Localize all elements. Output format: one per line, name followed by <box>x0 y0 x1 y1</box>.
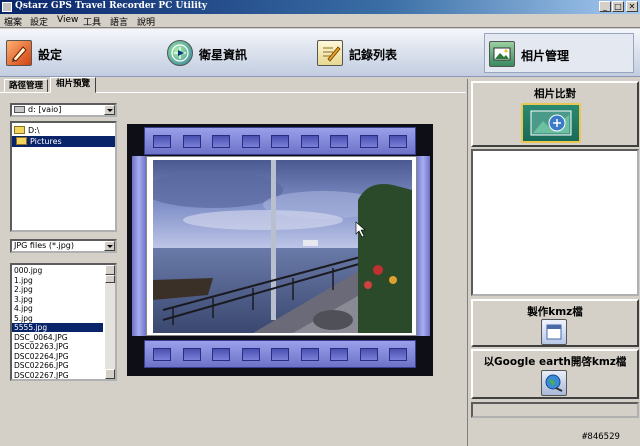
film-side-left <box>132 156 146 336</box>
file-list-item[interactable]: 5.jpg <box>12 314 103 323</box>
file-list-item[interactable]: 3.jpg <box>12 295 103 304</box>
file-list-scrollbar[interactable] <box>105 265 115 379</box>
scroll-down-icon[interactable] <box>105 369 115 379</box>
menu-bar: 檔案 設定 View 工具 語言 說明 <box>0 14 640 28</box>
menu-file[interactable]: 檔案 <box>4 15 22 28</box>
photo-compare-label: 相片比對 <box>534 88 576 100</box>
scroll-up-icon[interactable] <box>105 265 115 275</box>
menu-tools[interactable]: 工具 <box>83 15 101 28</box>
maximize-button[interactable]: □ <box>612 1 624 12</box>
file-list-item[interactable]: 2.jpg <box>12 285 103 294</box>
chevron-down-icon[interactable] <box>104 105 115 115</box>
open-google-earth-button[interactable]: 以Google earth開啓kmz檔 <box>471 349 639 399</box>
settings-button[interactable]: 設定 <box>2 33 152 73</box>
settings-label: 設定 <box>38 48 63 62</box>
photo-compare-icon <box>521 103 581 143</box>
file-list-item[interactable]: DSC02264.JPG <box>12 352 103 361</box>
film-hole <box>330 348 348 361</box>
open-google-earth-label: 以Google earth開啓kmz檔 <box>483 356 627 368</box>
minimize-button[interactable]: _ <box>599 1 611 12</box>
chevron-down-icon[interactable] <box>104 241 115 251</box>
folder-icon <box>14 126 25 134</box>
edit-icon <box>6 40 32 66</box>
menu-view[interactable]: View <box>57 15 78 25</box>
file-list-item[interactable]: DSC02266.JPG <box>12 361 103 370</box>
file-list-item[interactable]: DSC02263.JPG <box>12 342 103 351</box>
film-hole <box>271 135 289 148</box>
file-type-select[interactable]: JPG files (*.jpg) <box>10 239 117 253</box>
tree-item-label: Pictures <box>30 137 62 146</box>
tree-item-pictures[interactable]: Pictures <box>12 136 115 147</box>
folder-open-icon <box>16 137 27 145</box>
file-list-item[interactable]: DSC02267.JPG <box>12 371 103 380</box>
document-icon <box>541 319 567 345</box>
drive-select[interactable]: d: [vaio] <box>10 103 117 117</box>
photo-manager-label: 相片管理 <box>521 49 570 63</box>
film-hole <box>271 348 289 361</box>
film-hole <box>359 135 378 148</box>
drive-icon <box>14 106 25 113</box>
photo-tools-panel: 相片比對 製作kmz檔 以Google earth開啓kmz檔 <box>467 79 640 446</box>
menu-language[interactable]: 語言 <box>110 15 128 28</box>
preview-photo <box>153 160 412 333</box>
close-button[interactable]: ✕ <box>626 1 638 12</box>
film-hole <box>241 135 260 148</box>
satellite-info-button[interactable]: 衛星資訊 <box>163 33 313 73</box>
status-field <box>471 402 639 418</box>
google-earth-icon <box>541 370 567 396</box>
main-toolbar: 設定 衛星資訊 記錄列表 相片管理 <box>0 29 640 77</box>
film-hole <box>182 135 201 148</box>
record-list-button[interactable]: 記錄列表 <box>313 33 463 73</box>
notepad-icon <box>317 40 343 66</box>
watermark-text: #846529 <box>582 432 620 442</box>
window-title: Qstarz GPS Travel Recorder PC Utility <box>15 1 208 11</box>
film-strip-bottom <box>144 340 416 368</box>
scroll-thumb[interactable] <box>105 275 115 283</box>
photo-manager-button[interactable]: 相片管理 <box>484 33 634 73</box>
film-hole <box>182 348 201 361</box>
film-hole <box>241 348 260 361</box>
film-hole <box>389 135 407 148</box>
drive-select-value: d: [vaio] <box>28 105 62 114</box>
film-hole <box>153 135 171 148</box>
file-type-select-value: JPG files (*.jpg) <box>14 241 74 250</box>
film-side-right <box>416 156 430 336</box>
satellite-info-label: 衛星資訊 <box>199 48 248 62</box>
photo-frame <box>146 156 417 336</box>
film-hole <box>300 348 319 361</box>
film-hole <box>389 348 407 361</box>
tab-photo-preview[interactable]: 相片預覽 <box>50 77 96 93</box>
make-kmz-button[interactable]: 製作kmz檔 <box>471 299 639 347</box>
film-hole <box>153 348 171 361</box>
globe-icon <box>167 40 193 66</box>
photo-preview-filmstrip <box>127 124 433 376</box>
title-bar: Qstarz GPS Travel Recorder PC Utility _ … <box>0 0 640 14</box>
menu-help[interactable]: 說明 <box>137 15 155 28</box>
photo-manager-icon <box>489 41 515 67</box>
folder-tree[interactable]: D:\ Pictures <box>10 121 117 232</box>
tree-item-label: D:\ <box>28 126 40 135</box>
tree-item-d-root[interactable]: D:\ <box>14 125 44 136</box>
film-hole <box>212 135 230 148</box>
film-hole <box>359 348 378 361</box>
file-list-item[interactable]: 4.jpg <box>12 304 103 313</box>
file-list-item[interactable]: 1.jpg <box>12 276 103 285</box>
file-list-item[interactable]: 000.jpg <box>12 266 103 275</box>
film-strip-top <box>144 127 416 155</box>
record-list-label: 記錄列表 <box>349 48 398 62</box>
menu-settings[interactable]: 設定 <box>30 15 48 28</box>
film-hole <box>300 135 319 148</box>
app-icon <box>2 2 12 12</box>
file-list-item[interactable]: 5555.jpg <box>12 323 103 333</box>
make-kmz-label: 製作kmz檔 <box>527 306 583 318</box>
film-hole <box>330 135 348 148</box>
tab-route-management[interactable]: 路徑管理 <box>4 79 48 93</box>
file-list[interactable]: 000.jpg 1.jpg 2.jpg 3.jpg 4.jpg 5.jpg 5555.jpg… <box>10 263 117 381</box>
film-hole <box>212 348 230 361</box>
photo-compare-result-area <box>471 149 639 296</box>
photo-compare-button[interactable]: 相片比對 <box>471 81 639 147</box>
file-list-item[interactable]: DSC_0064.JPG <box>12 333 103 342</box>
